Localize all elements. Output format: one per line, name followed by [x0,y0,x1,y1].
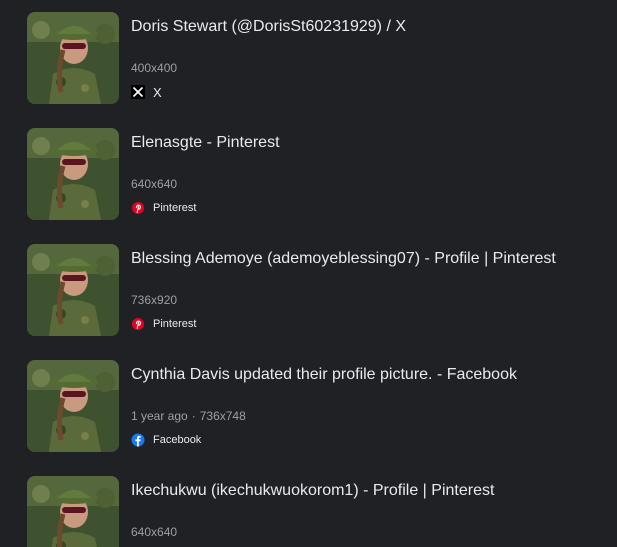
result-thumbnail[interactable] [27,360,119,452]
result-title[interactable]: Ikechukwu (ikechukwuokorom1) - Profile |… [131,481,494,501]
facebook-logo-icon [131,433,145,447]
result-source[interactable]: X [131,83,162,101]
result-source[interactable]: Pinterest [131,315,196,333]
source-name: Pinterest [153,202,197,214]
image-dimensions: 640x640 [131,177,178,191]
result-meta: 1 year ago · 736x748 [131,408,246,424]
result-title[interactable]: Doris Stewart (@DorisSt60231929) / X [131,17,406,37]
meta-separator: · [191,409,196,423]
profile-photo-image [27,476,119,547]
result-item[interactable]: Blessing Ademoye (ademoyeblessing07) - P… [27,244,607,336]
source-name: Pinterest [153,318,197,330]
result-meta: 400x400 [131,60,177,76]
result-item[interactable]: Cynthia Davis updated their profile pict… [27,360,607,452]
result-title[interactable]: Elenasgte - Pinterest [131,133,280,153]
results-list: Doris Stewart (@DorisSt60231929) / X 400… [0,0,617,547]
result-thumbnail[interactable] [27,244,119,336]
image-dimensions: 736x920 [131,293,178,307]
result-thumbnail[interactable] [27,476,119,547]
result-meta: 640x640 [131,524,177,540]
profile-photo-image [27,244,119,336]
result-item[interactable]: Ikechukwu (ikechukwuokorom1) - Profile |… [27,476,607,547]
pinterest-logo-icon [132,202,144,214]
result-title[interactable]: Blessing Ademoye (ademoyeblessing07) - P… [131,249,556,269]
image-dimensions: 736x748 [199,409,246,423]
image-dimensions: 400x400 [131,61,178,75]
result-meta: 640x640 [131,176,177,192]
profile-photo-image [27,360,119,452]
image-dimensions: 640x640 [131,525,178,539]
pinterest-logo-icon [132,318,144,330]
source-name: X [153,84,162,100]
profile-photo-image [27,12,119,104]
result-item[interactable]: Doris Stewart (@DorisSt60231929) / X 400… [27,12,607,104]
result-item[interactable]: Elenasgte - Pinterest 640x640 Pinterest [27,128,607,220]
result-thumbnail[interactable] [27,12,119,104]
source-name: Facebook [153,434,202,446]
x-logo-icon [131,85,145,99]
profile-photo-image [27,128,119,220]
result-source[interactable]: Pinterest [131,199,196,217]
result-meta: 736x920 [131,292,177,308]
result-title[interactable]: Cynthia Davis updated their profile pict… [131,365,517,385]
result-source[interactable]: Facebook [131,431,201,449]
result-thumbnail[interactable] [27,128,119,220]
result-age: 1 year ago [131,409,188,423]
